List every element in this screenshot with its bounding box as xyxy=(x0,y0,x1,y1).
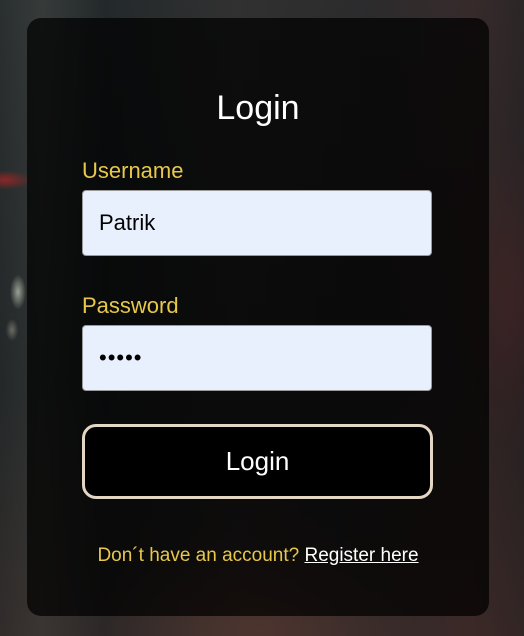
username-input[interactable] xyxy=(82,190,432,256)
login-card: Login Username Password Login Don´t have… xyxy=(27,18,489,616)
page-title: Login xyxy=(216,89,300,127)
register-link[interactable]: Register here xyxy=(304,545,418,566)
register-prompt: Don´t have an account? Register here xyxy=(27,544,489,568)
login-button[interactable]: Login xyxy=(82,424,433,499)
password-input[interactable] xyxy=(82,325,432,391)
password-label: Password xyxy=(82,293,179,318)
username-label: Username xyxy=(82,158,184,183)
register-prompt-text: Don´t have an account? xyxy=(97,545,300,566)
